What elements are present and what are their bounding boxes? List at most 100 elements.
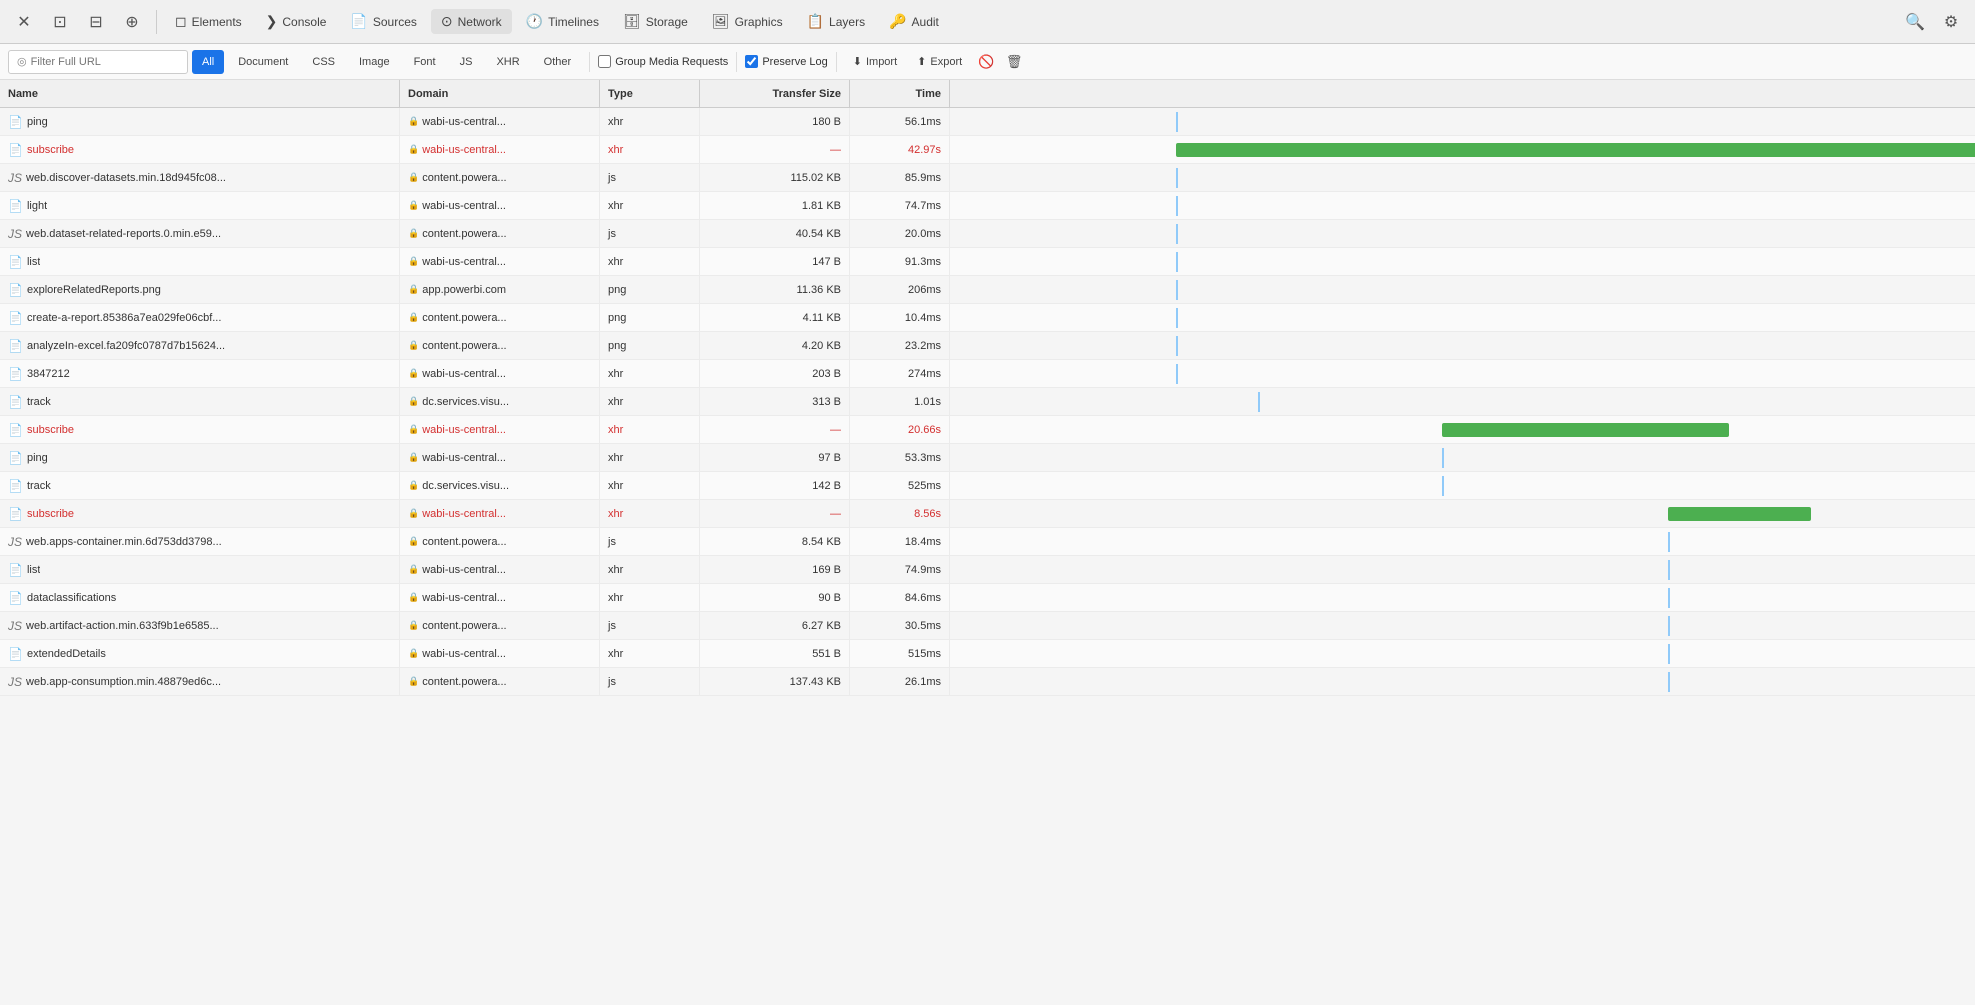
toolbar-right: 🔍 ⚙ bbox=[1899, 6, 1967, 38]
file-icon: 📄 bbox=[8, 199, 23, 213]
file-icon: 📄 bbox=[8, 507, 23, 521]
cell-name: 📄 3847212 bbox=[0, 360, 400, 387]
tab-audit[interactable]: 🔑 Audit bbox=[879, 9, 949, 34]
lock-icon: 🔒 bbox=[408, 256, 419, 267]
filter-css-button[interactable]: CSS bbox=[302, 50, 345, 74]
cell-type: png bbox=[600, 332, 700, 359]
cell-timeline bbox=[950, 304, 1975, 331]
tab-storage[interactable]: 🗄 Storage bbox=[613, 9, 698, 34]
trash-button[interactable]: 🗑 bbox=[1002, 50, 1026, 74]
cell-time: 74.7ms bbox=[850, 192, 950, 219]
group-media-checkbox[interactable] bbox=[598, 55, 611, 68]
tab-timelines[interactable]: 🕐 Timelines bbox=[516, 9, 609, 34]
cell-time: 53.3ms bbox=[850, 444, 950, 471]
cell-name: 📄 ping bbox=[0, 444, 400, 471]
file-icon: 📄 bbox=[8, 395, 23, 409]
table-row[interactable]: 📄 dataclassifications 🔒 wabi-us-central.… bbox=[0, 584, 1975, 612]
file-icon: JS bbox=[8, 535, 22, 549]
tab-network[interactable]: ⊙ Network bbox=[431, 9, 512, 34]
table-row[interactable]: JS web.dataset-related-reports.0.min.e59… bbox=[0, 220, 1975, 248]
table-row[interactable]: 📄 3847212 🔒 wabi-us-central... xhr 203 B… bbox=[0, 360, 1975, 388]
settings-button[interactable]: ⚙ bbox=[1935, 6, 1967, 38]
table-row[interactable]: 📄 ping 🔒 wabi-us-central... xhr 97 B 53.… bbox=[0, 444, 1975, 472]
tab-layers[interactable]: 📋 Layers bbox=[797, 9, 875, 34]
lock-icon: 🔒 bbox=[408, 284, 419, 295]
table-row[interactable]: 📄 create-a-report.85386a7ea029fe06cbf...… bbox=[0, 304, 1975, 332]
cell-name: 📄 list bbox=[0, 248, 400, 275]
filter-other-button[interactable]: Other bbox=[534, 50, 582, 74]
main-panel: Name Domain Type Transfer Size Time 50.0… bbox=[0, 80, 1975, 1005]
export-button[interactable]: ⬆ Export bbox=[909, 53, 970, 70]
filter-document-button[interactable]: Document bbox=[228, 50, 298, 74]
close-button[interactable]: ✕ bbox=[8, 6, 40, 38]
cell-name: 📄 create-a-report.85386a7ea029fe06cbf... bbox=[0, 304, 400, 331]
filter-xhr-button[interactable]: XHR bbox=[486, 50, 529, 74]
cell-timeline bbox=[950, 472, 1975, 499]
cell-type: xhr bbox=[600, 136, 700, 163]
row-name: extendedDetails bbox=[27, 648, 106, 660]
table-row[interactable]: 📄 extendedDetails 🔒 wabi-us-central... x… bbox=[0, 640, 1975, 668]
cell-timeline bbox=[950, 668, 1975, 695]
table-row[interactable]: 📄 subscribe 🔒 wabi-us-central... xhr — 8… bbox=[0, 500, 1975, 528]
row-domain: dc.services.visu... bbox=[422, 396, 509, 408]
table-row[interactable]: 📄 exploreRelatedReports.png 🔒 app.powerb… bbox=[0, 276, 1975, 304]
tab-timelines-label: Timelines bbox=[548, 15, 599, 29]
filter-all-button[interactable]: All bbox=[192, 50, 224, 74]
cell-size: 6.27 KB bbox=[700, 612, 850, 639]
table-row[interactable]: JS web.artifact-action.min.633f9b1e6585.… bbox=[0, 612, 1975, 640]
table-row[interactable]: 📄 list 🔒 wabi-us-central... xhr 169 B 74… bbox=[0, 556, 1975, 584]
col-size-label: Transfer Size bbox=[773, 88, 841, 100]
toggle-layout-button[interactable]: ⊡ bbox=[44, 6, 76, 38]
toggle-drawer-button[interactable]: ⊟ bbox=[80, 6, 112, 38]
col-time-label: Time bbox=[916, 88, 941, 100]
table-row[interactable]: JS web.app-consumption.min.48879ed6c... … bbox=[0, 668, 1975, 696]
tab-storage-label: Storage bbox=[646, 15, 688, 29]
file-icon: JS bbox=[8, 675, 22, 689]
row-domain: wabi-us-central... bbox=[422, 144, 506, 156]
table-row[interactable]: 📄 light 🔒 wabi-us-central... xhr 1.81 KB… bbox=[0, 192, 1975, 220]
tab-sources[interactable]: 📄 Sources bbox=[340, 9, 426, 34]
search-button[interactable]: 🔍 bbox=[1899, 6, 1931, 38]
target-button[interactable]: ⊕ bbox=[116, 6, 148, 38]
preserve-log-checkbox[interactable] bbox=[745, 55, 758, 68]
table-row[interactable]: 📄 ping 🔒 wabi-us-central... xhr 180 B 56… bbox=[0, 108, 1975, 136]
tab-console[interactable]: ❯ Console bbox=[256, 9, 337, 34]
filter-js-button[interactable]: JS bbox=[450, 50, 483, 74]
cell-timeline bbox=[950, 220, 1975, 247]
row-domain: dc.services.visu... bbox=[422, 480, 509, 492]
group-media-label[interactable]: Group Media Requests bbox=[598, 55, 728, 68]
cell-time: 84.6ms bbox=[850, 584, 950, 611]
cell-timeline bbox=[950, 444, 1975, 471]
table-row[interactable]: 📄 analyzeIn-excel.fa209fc0787d7b15624...… bbox=[0, 332, 1975, 360]
filter-font-button[interactable]: Font bbox=[404, 50, 446, 74]
cell-size: 137.43 KB bbox=[700, 668, 850, 695]
row-name: web.artifact-action.min.633f9b1e6585... bbox=[26, 620, 219, 632]
table-row[interactable]: JS web.apps-container.min.6d753dd3798...… bbox=[0, 528, 1975, 556]
tab-layers-label: Layers bbox=[829, 15, 865, 29]
row-domain: content.powera... bbox=[422, 172, 506, 184]
network-icon: ⊙ bbox=[441, 13, 453, 30]
elements-icon: ◻ bbox=[175, 13, 187, 30]
cell-name: 📄 analyzeIn-excel.fa209fc0787d7b15624... bbox=[0, 332, 400, 359]
table-row[interactable]: 📄 subscribe 🔒 wabi-us-central... xhr — 4… bbox=[0, 136, 1975, 164]
col-header-type: Type bbox=[600, 80, 700, 107]
filter-input-wrap: ◎ bbox=[8, 50, 188, 74]
preserve-log-text: Preserve Log bbox=[762, 56, 827, 68]
import-button[interactable]: ⬇ Import bbox=[845, 53, 905, 70]
cell-time: 85.9ms bbox=[850, 164, 950, 191]
table-row[interactable]: 📄 track 🔒 dc.services.visu... xhr 313 B … bbox=[0, 388, 1975, 416]
audit-icon: 🔑 bbox=[889, 13, 906, 30]
clear-network-button[interactable]: 🚫 bbox=[974, 50, 998, 74]
tab-elements[interactable]: ◻ Elements bbox=[165, 9, 252, 34]
table-row[interactable]: 📄 list 🔒 wabi-us-central... xhr 147 B 91… bbox=[0, 248, 1975, 276]
table-row[interactable]: JS web.discover-datasets.min.18d945fc08.… bbox=[0, 164, 1975, 192]
row-domain: content.powera... bbox=[422, 312, 506, 324]
tab-graphics[interactable]: 🖼 Graphics bbox=[702, 9, 793, 34]
cell-name: JS web.app-consumption.min.48879ed6c... bbox=[0, 668, 400, 695]
filter-input[interactable] bbox=[31, 56, 179, 68]
filter-image-button[interactable]: Image bbox=[349, 50, 400, 74]
preserve-log-label[interactable]: Preserve Log bbox=[745, 55, 827, 68]
table-row[interactable]: 📄 subscribe 🔒 wabi-us-central... xhr — 2… bbox=[0, 416, 1975, 444]
lock-icon: 🔒 bbox=[408, 172, 419, 183]
table-row[interactable]: 📄 track 🔒 dc.services.visu... xhr 142 B … bbox=[0, 472, 1975, 500]
